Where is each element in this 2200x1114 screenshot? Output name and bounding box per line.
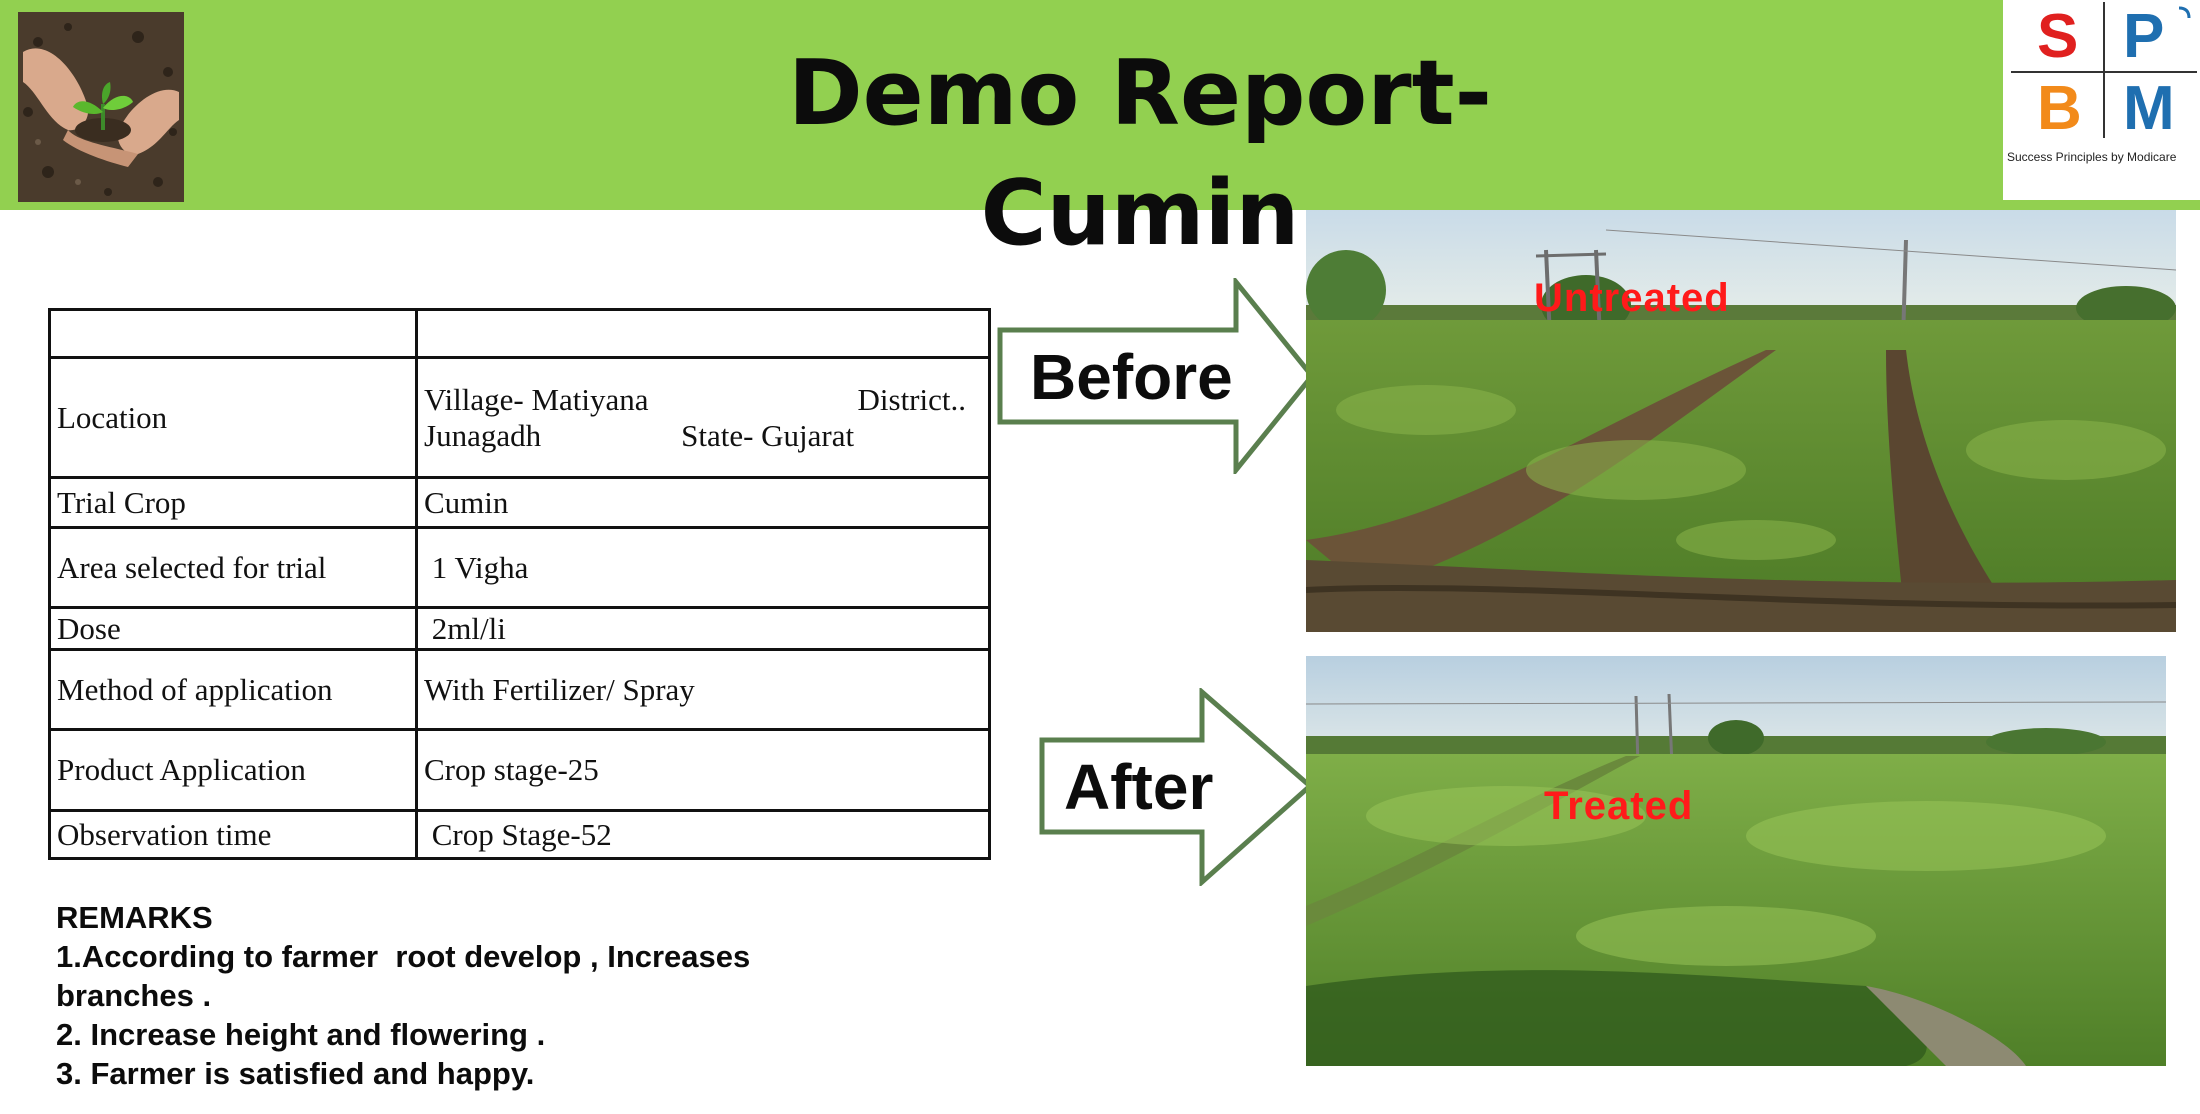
spbm-letter-p: P [2123,2,2165,71]
trial-info-table: Location Village- Matiyana District.. Ju… [48,308,991,860]
row-value-observation: Crop Stage-52 [415,809,991,860]
table-header-cell [415,308,991,359]
spbm-letter-b: B [2037,74,2082,143]
table-header-row [48,308,991,359]
remark-item: 3. Farmer is satisfied and happy. [56,1056,535,1091]
table-row: Dose 2ml/li [48,606,991,651]
spbm-grid: S P B M [2011,2,2197,142]
row-label-observation: Observation time [48,809,418,860]
table-row: Method of application With Fertilizer/ S… [48,648,991,731]
spbm-logo: S P B M Success Principles by Modicare [2003,0,2200,200]
row-value-dose: 2ml/li [415,606,991,651]
table-row: Area selected for trial 1 Vigha [48,526,991,609]
hands-seedling-logo [18,12,184,202]
remark-item: 1.According to farmer root develop , Inc… [56,939,751,974]
spbm-letter-s: S [2037,2,2079,71]
treated-label: Treated [1544,784,1694,828]
table-row: Location Village- Matiyana District.. Ju… [48,356,991,479]
spbm-letter-m: M [2123,74,2175,143]
table-row: Trial Crop Cumin [48,476,991,529]
remark-item: 2. Increase height and flowering . [56,1017,546,1052]
untreated-field-photo: Untreated [1306,210,2176,632]
row-label-location: Location [48,356,418,479]
row-value-area: 1 Vigha [415,526,991,609]
row-label-area: Area selected for trial [48,526,418,609]
location-district: District.. [857,381,967,417]
row-value-location: Village- Matiyana District.. Junagadh St… [415,356,991,479]
location-district-name: Junagadh [424,417,542,453]
spbm-tagline: Success Principles by Modicare [2007,150,2177,164]
remarks-heading: REMARKS [56,900,213,935]
after-label: After [1064,751,1214,823]
row-label-dose: Dose [48,606,418,651]
row-label-trial-crop: Trial Crop [48,476,418,529]
location-village: Village- Matiyana [424,381,649,417]
untreated-label: Untreated [1534,276,1730,320]
table-row: Observation time Crop Stage-52 [48,809,991,860]
row-value-product-application: Crop stage-25 [415,728,991,812]
row-label-product-application: Product Application [48,728,418,812]
before-label: Before [1030,341,1233,413]
table-header-cell [48,308,418,359]
treated-field-photo: Treated [1306,656,2166,1066]
row-value-trial-crop: Cumin [415,476,991,529]
row-value-method: With Fertilizer/ Spray [415,648,991,731]
remarks-section: REMARKS 1.According to farmer root devel… [56,898,956,1093]
table-row: Product Application Crop stage-25 [48,728,991,812]
remark-item: branches . [56,978,212,1013]
location-state: State- Gujarat [681,417,855,453]
row-label-method: Method of application [48,648,418,731]
